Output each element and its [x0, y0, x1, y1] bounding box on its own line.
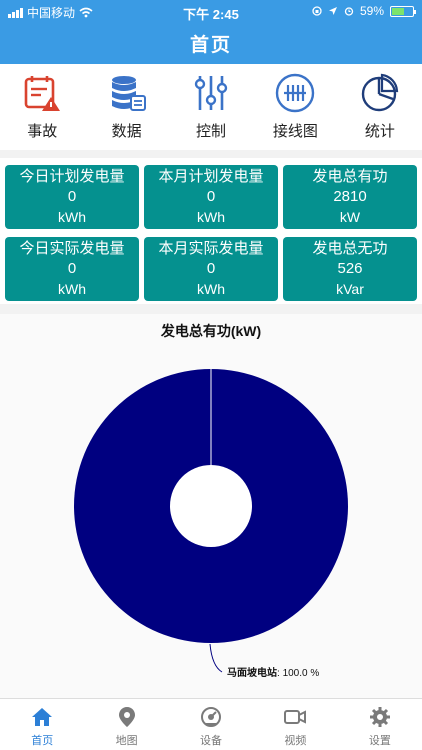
tab-settings-label: 设置	[368, 735, 391, 747]
tab-settings[interactable]: 设置	[338, 699, 422, 750]
metric-title: 发电总有功	[312, 168, 388, 185]
metric-cards: 今日计划发电量 0 kWh 本月计划发电量 0 kWh 发电总有功 2810 k…	[0, 158, 422, 304]
nav-data[interactable]: 数据	[84, 64, 168, 150]
settings-icon	[369, 707, 390, 727]
metric-unit: kVar	[336, 281, 364, 297]
video-icon	[284, 710, 307, 724]
page-title: 首页	[189, 35, 232, 56]
map-pin-icon	[118, 707, 135, 727]
metric-title: 本月实际发电量	[158, 240, 264, 257]
home-icon	[32, 708, 53, 726]
metric-title: 发电总无功	[312, 240, 388, 257]
tab-device[interactable]: 设备	[169, 699, 253, 750]
metric-value: 0	[206, 260, 216, 277]
wiring-diagram-icon	[276, 73, 315, 113]
chart-panel: 发电总有功(kW) 马面坡电站: 100.0 %	[0, 314, 422, 698]
metric-value: 0	[206, 188, 216, 205]
nav-wiring[interactable]: 接线图	[253, 64, 337, 150]
app-header: 中国移动 下午 2:45 59% 首页	[0, 0, 422, 64]
accident-icon	[24, 76, 61, 111]
metric-card-month-actual[interactable]: 本月实际发电量 0 kWh	[144, 237, 278, 301]
metric-value: 0	[67, 188, 77, 205]
metric-value: 526	[337, 260, 363, 277]
metric-value: 0	[67, 260, 77, 277]
metric-unit: kWh	[58, 281, 86, 297]
slice-label-leader	[209, 643, 223, 673]
status-bar: 中国移动 下午 2:45 59%	[0, 0, 422, 22]
metric-card-today-actual[interactable]: 今日实际发电量 0 kWh	[5, 237, 139, 301]
metric-title: 本月计划发电量	[158, 168, 264, 185]
battery-percent: 59%	[359, 4, 384, 18]
sliders-icon	[194, 76, 228, 110]
nav-statistics-label: 统计	[364, 123, 395, 140]
nav-accident-label: 事故	[27, 123, 58, 140]
nav-control-label: 控制	[196, 123, 227, 140]
database-icon	[111, 76, 146, 111]
metric-unit: kWh	[58, 209, 86, 225]
location-icon	[328, 7, 337, 15]
tab-home-label: 首页	[31, 735, 54, 747]
metric-unit: kWh	[197, 209, 225, 225]
slice-label: 马面坡电站: 100.0 %	[227, 666, 319, 679]
metric-card-today-plan[interactable]: 今日计划发电量 0 kWh	[5, 165, 139, 229]
tab-map-label: 地图	[115, 735, 138, 747]
metric-card-month-plan[interactable]: 本月计划发电量 0 kWh	[144, 165, 278, 229]
pie-chart: 发电总有功(kW) 马面坡电站: 100.0 %	[74, 323, 348, 679]
metric-unit: kW	[339, 209, 361, 225]
nav-wiring-label: 接线图	[272, 123, 318, 140]
quick-nav: 事故 数据 控制 接线图 统计	[0, 64, 422, 150]
nav-accident[interactable]: 事故	[0, 64, 84, 150]
device-icon	[201, 707, 222, 727]
tab-video-label: 视频	[284, 735, 307, 747]
alarm-icon	[344, 7, 354, 16]
donut-hole	[170, 465, 252, 547]
battery-icon	[390, 5, 416, 17]
metric-card-active-power[interactable]: 发电总有功 2810 kW	[283, 165, 417, 229]
tab-home[interactable]: 首页	[0, 699, 84, 750]
metric-unit: kWh	[197, 281, 225, 297]
tab-video[interactable]: 视频	[253, 699, 337, 750]
tab-device-label: 设备	[200, 735, 223, 747]
tab-map[interactable]: 地图	[84, 699, 168, 750]
nav-data-label: 数据	[111, 123, 142, 140]
slice-label-value: 100.0 %	[283, 668, 320, 679]
orientation-lock-icon	[312, 6, 322, 16]
metric-value: 2810	[333, 188, 367, 205]
nav-statistics[interactable]: 统计	[338, 64, 422, 150]
metric-title: 今日计划发电量	[19, 168, 125, 185]
metric-title: 今日实际发电量	[19, 240, 125, 257]
slice-label-name: 马面坡电站	[227, 666, 277, 679]
chart-title: 发电总有功(kW)	[160, 323, 261, 339]
tab-bar: 首页 地图 设备 视频 设置	[0, 698, 422, 750]
pie-chart-icon	[361, 73, 398, 112]
metric-card-reactive-power[interactable]: 发电总无功 526 kVar	[283, 237, 417, 301]
nav-control[interactable]: 控制	[169, 64, 253, 150]
